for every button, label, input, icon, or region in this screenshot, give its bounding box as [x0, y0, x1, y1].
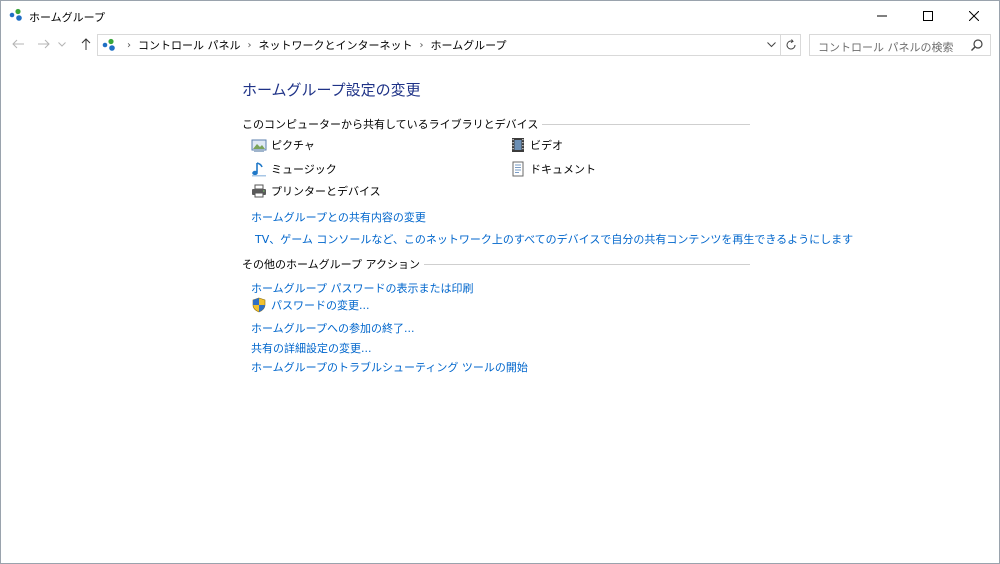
breadcrumb-separator[interactable]: ›	[248, 40, 252, 51]
back-button[interactable]	[7, 33, 29, 55]
title-bar[interactable]: ホームグループ	[1, 1, 999, 31]
window-title: ホームグループ	[29, 11, 106, 24]
printer-icon	[252, 184, 266, 198]
documents-icon	[512, 161, 524, 177]
homegroup-icon	[9, 8, 22, 21]
search-box[interactable]: コントロール パネルの検索	[809, 34, 991, 56]
shared-item-label: ピクチャ	[271, 139, 315, 152]
minimize-icon	[877, 15, 887, 17]
section-heading: このコンピューターから共有しているライブラリとデバイス	[242, 118, 539, 131]
shared-item-documents: ドキュメント	[510, 161, 596, 177]
shared-item-music: ミュージック	[251, 161, 337, 177]
breadcrumb-separator[interactable]: ›	[127, 40, 131, 51]
actions-section-header: その他のホームグループ アクション	[242, 257, 750, 271]
minimize-button[interactable]	[859, 1, 905, 31]
chevron-down-icon	[766, 42, 776, 48]
videos-icon	[512, 138, 524, 152]
address-dropdown-button[interactable]	[762, 35, 780, 55]
breadcrumb-homegroup[interactable]: ホームグループ	[431, 37, 507, 53]
shared-item-label: ドキュメント	[530, 163, 596, 176]
breadcrumb: › コントロール パネル › ネットワークとインターネット › ホームグループ	[120, 35, 507, 55]
maximize-icon	[923, 11, 933, 21]
troubleshooter-link[interactable]: ホームグループのトラブルシューティング ツールの開始	[251, 359, 528, 375]
shared-item-videos: ビデオ	[510, 137, 563, 153]
shared-item-label: プリンターとデバイス	[271, 185, 381, 198]
advanced-sharing-link[interactable]: 共有の詳細設定の変更...	[251, 340, 372, 356]
shared-item-printers: プリンターとデバイス	[251, 183, 381, 199]
shield-icon	[252, 297, 266, 313]
change-password-link[interactable]: パスワードの変更...	[251, 297, 370, 313]
change-shared-link[interactable]: ホームグループとの共有内容の変更	[251, 209, 426, 225]
refresh-button[interactable]	[781, 34, 801, 56]
navigation-bar: › コントロール パネル › ネットワークとインターネット › ホームグループ …	[1, 31, 999, 59]
homegroup-window: ホームグループ › コントロール パネル › ネットワークとインターネット › …	[0, 0, 1000, 564]
page-title: ホームグループ設定の変更	[242, 81, 421, 99]
breadcrumb-separator[interactable]: ›	[420, 40, 424, 51]
divider	[423, 263, 750, 265]
search-icon[interactable]	[970, 38, 984, 52]
maximize-button[interactable]	[905, 1, 951, 31]
shared-section-header: このコンピューターから共有しているライブラリとデバイス	[242, 117, 750, 131]
shared-item-pictures: ピクチャ	[251, 137, 315, 153]
recent-locations-button[interactable]	[55, 33, 69, 55]
forward-button[interactable]	[33, 33, 55, 55]
homegroup-icon	[102, 38, 115, 51]
address-bar[interactable]: › コントロール パネル › ネットワークとインターネット › ホームグループ	[97, 34, 781, 56]
breadcrumb-control-panel[interactable]: コントロール パネル	[138, 37, 241, 53]
arrow-left-icon	[12, 39, 24, 49]
close-button[interactable]	[951, 1, 997, 31]
chevron-down-icon	[58, 41, 66, 47]
refresh-icon	[786, 39, 795, 50]
pictures-icon	[251, 139, 267, 152]
search-input[interactable]: コントロール パネルの検索	[818, 39, 954, 55]
arrow-right-icon	[38, 39, 50, 49]
shared-item-label: ビデオ	[530, 139, 563, 152]
leave-homegroup-link[interactable]: ホームグループへの参加の終了...	[251, 320, 415, 336]
music-icon	[252, 162, 266, 177]
shared-item-label: ミュージック	[271, 163, 337, 176]
breadcrumb-network-internet[interactable]: ネットワークとインターネット	[259, 37, 413, 53]
close-icon	[969, 11, 979, 21]
main-content: ホームグループ設定の変更 このコンピューターから共有しているライブラリとデバイス…	[1, 59, 999, 563]
up-button[interactable]	[75, 33, 97, 55]
change-password-label[interactable]: パスワードの変更...	[271, 297, 370, 313]
divider	[542, 123, 750, 125]
arrow-up-icon	[81, 38, 91, 50]
view-password-link[interactable]: ホームグループ パスワードの表示または印刷	[251, 280, 474, 296]
section-heading: その他のホームグループ アクション	[242, 258, 420, 271]
allow-devices-link[interactable]: TV、ゲーム コンソールなど、このネットワーク上のすべてのデバイスで自分の共有コ…	[255, 231, 853, 247]
